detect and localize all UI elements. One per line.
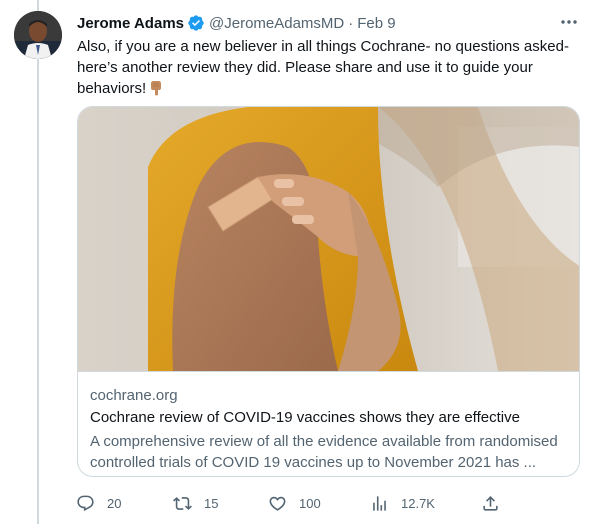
verified-badge-icon xyxy=(187,14,205,32)
card-domain: cochrane.org xyxy=(90,387,178,404)
like-count: 100 xyxy=(299,495,321,511)
share-icon xyxy=(483,495,498,511)
views-button[interactable]: 12.7K xyxy=(370,492,435,514)
author-handle[interactable]: @JeromeAdamsMD xyxy=(209,15,344,32)
views-icon xyxy=(373,495,386,511)
link-preview-card[interactable]: cochrane.org Cochrane review of COVID-19… xyxy=(77,106,580,477)
header-separator: · xyxy=(348,14,354,32)
card-description: A comprehensive review of all the eviden… xyxy=(90,431,570,473)
card-divider xyxy=(78,371,579,372)
like-button[interactable]: 100 xyxy=(268,492,321,514)
tweet-actions-bar: 20 15 100 12.7K xyxy=(76,492,506,514)
avatar[interactable] xyxy=(14,11,62,59)
pointing-down-emoji-icon xyxy=(148,80,164,96)
retweet-button[interactable]: 15 xyxy=(173,492,218,514)
avatar-image xyxy=(14,11,62,59)
reply-icon xyxy=(77,495,94,511)
share-button[interactable] xyxy=(481,492,500,514)
author-name[interactable]: Jerome Adams xyxy=(77,15,184,32)
tweet-text: Also, if you are a new believer in all t… xyxy=(77,36,577,99)
retweet-count: 15 xyxy=(204,495,219,511)
tweet-text-line: here’s another review they did. Please s… xyxy=(77,59,533,76)
reply-button[interactable]: 20 xyxy=(76,492,121,514)
views-count: 12.7K xyxy=(401,495,435,511)
tweet-text-fragment: behaviors! xyxy=(77,80,147,97)
more-options-icon[interactable] xyxy=(558,12,580,32)
like-icon xyxy=(269,496,286,511)
tweet-date[interactable]: Feb 9 xyxy=(357,15,395,32)
card-description-line: A comprehensive review of all the eviden… xyxy=(90,433,558,450)
tweet-text-line: behaviors! xyxy=(77,78,577,99)
card-image xyxy=(78,107,579,371)
tweet-text-line: Also, if you are a new believer in all t… xyxy=(77,38,569,55)
tweet[interactable]: Jerome Adams @JeromeAdamsMD · Feb 9 Also… xyxy=(0,0,598,524)
reply-count: 20 xyxy=(107,495,122,511)
tweet-header: Jerome Adams @JeromeAdamsMD · Feb 9 xyxy=(77,13,396,33)
card-description-line: controlled trials of COVID 19 vaccines u… xyxy=(90,454,537,471)
card-title[interactable]: Cochrane review of COVID-19 vaccines sho… xyxy=(90,409,520,426)
retweet-icon xyxy=(173,496,192,510)
